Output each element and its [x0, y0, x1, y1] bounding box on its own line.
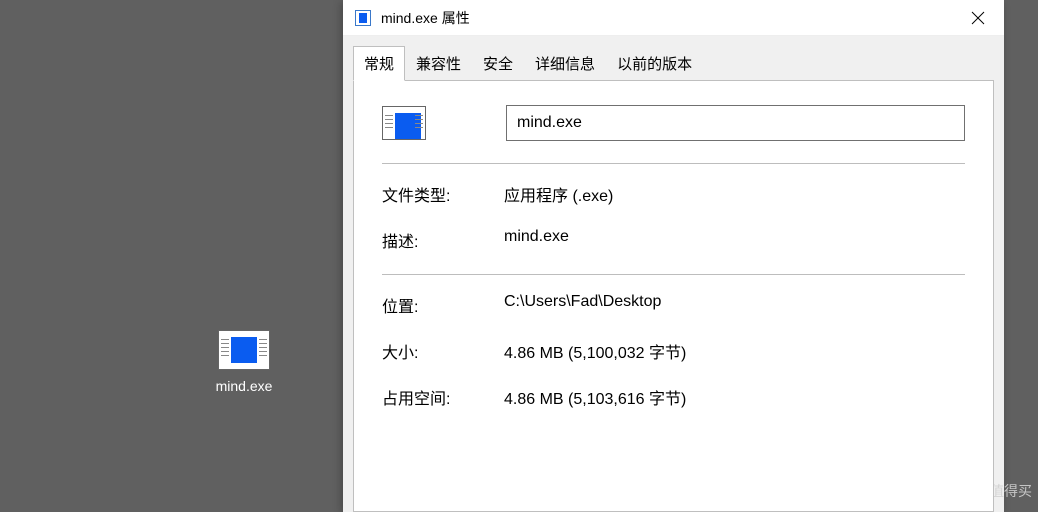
value-size: 4.86 MB (5,100,032 字节)	[504, 339, 686, 363]
desktop-file-icon[interactable]: mind.exe	[210, 330, 278, 394]
tab-previous-versions[interactable]: 以前的版本	[606, 46, 703, 80]
label-description: 描述:	[382, 228, 504, 252]
window-title: mind.exe 属性	[381, 8, 952, 28]
window-icon	[355, 10, 371, 26]
tab-security[interactable]: 安全	[472, 46, 524, 80]
tabstrip: 常规 兼容性 安全 详细信息 以前的版本	[353, 46, 994, 80]
titlebar[interactable]: mind.exe 属性	[343, 0, 1004, 36]
divider	[382, 163, 965, 164]
label-file-type: 文件类型:	[382, 182, 504, 206]
client-area: 常规 兼容性 安全 详细信息 以前的版本 文件类型: 应用程序 (.exe) 描…	[343, 36, 1004, 512]
close-button[interactable]	[952, 0, 1004, 36]
properties-window: mind.exe 属性 常规 兼容性 安全 详细信息 以前的版本	[343, 0, 1004, 512]
label-size-on-disk: 占用空间:	[382, 385, 504, 409]
value-file-type: 应用程序 (.exe)	[504, 182, 613, 206]
divider	[382, 274, 965, 275]
tab-general[interactable]: 常规	[353, 46, 405, 81]
filename-input[interactable]	[506, 105, 965, 141]
close-icon	[971, 11, 985, 25]
tab-details[interactable]: 详细信息	[524, 46, 606, 80]
value-description: mind.exe	[504, 228, 569, 252]
file-type-icon	[382, 106, 426, 140]
tab-compatibility[interactable]: 兼容性	[405, 46, 472, 80]
desktop-file-label: mind.exe	[210, 378, 278, 394]
label-location: 位置:	[382, 293, 504, 317]
exe-file-icon	[218, 330, 270, 370]
value-location: C:\Users\Fad\Desktop	[504, 293, 661, 317]
tab-panel-general: 文件类型: 应用程序 (.exe) 描述: mind.exe 位置: C:\Us…	[353, 80, 994, 512]
value-size-on-disk: 4.86 MB (5,103,616 字节)	[504, 385, 686, 409]
label-size: 大小:	[382, 339, 504, 363]
